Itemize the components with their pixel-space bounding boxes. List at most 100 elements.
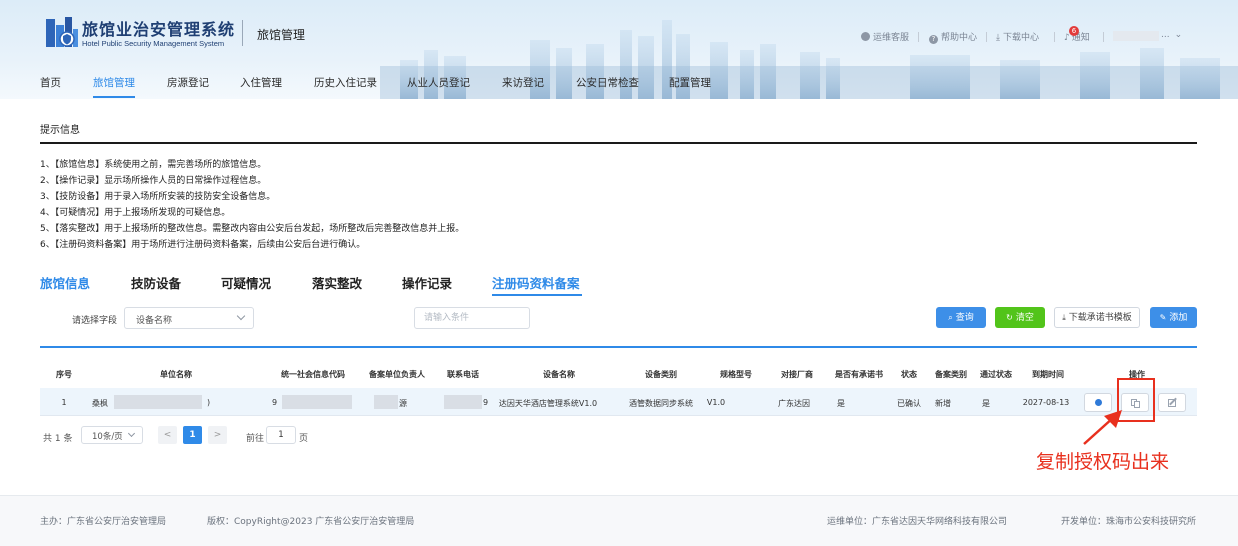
footer-copyright: 版权：CopyRight@2023 广东省公安厅治安管理局 — [207, 517, 415, 527]
goto-label: 前往 — [246, 434, 265, 444]
page-header: 旅馆业治安管理系统 Hotel Public Security Manageme… — [0, 0, 1238, 99]
nav-home[interactable]: 首页 — [40, 75, 61, 90]
prev-page-button[interactable]: < — [158, 426, 177, 444]
footer-developer: 开发单位：珠海市公安科技研究所 — [1061, 517, 1197, 527]
nav-checkin-history[interactable]: 历史入住记录 — [314, 75, 377, 90]
goto-page-input[interactable] — [266, 426, 296, 444]
chevron-down-icon: ⌄ — [1174, 30, 1183, 40]
column-header: 统一社会信息代码 — [281, 370, 345, 379]
notification-badge: 6 — [1069, 26, 1079, 36]
page-size-value: 10条/页 — [92, 432, 123, 442]
column-header: 单位名称 — [160, 370, 192, 379]
nav-room-registration[interactable]: 房源登记 — [167, 75, 209, 90]
tip-item: 5、【落实整改】用于上报场所的整改信息。需整改内容由公安后台发起，场所整改后完善… — [40, 224, 465, 234]
table-top-divider — [40, 346, 1197, 348]
tab-suspicious-cases[interactable]: 可疑情况 — [221, 273, 271, 292]
chevron-down-icon — [127, 429, 136, 438]
redacted-phone — [444, 395, 482, 409]
column-header: 设备类别 — [645, 370, 677, 379]
page-1-button[interactable]: 1 — [183, 426, 202, 444]
top-link-separator — [918, 32, 919, 42]
field-select-value: 设备名称 — [136, 316, 173, 326]
system-title: 旅馆业治安管理系统 — [82, 20, 236, 39]
annotation-arrow-icon — [1083, 410, 1122, 445]
tab-registration-code-filing[interactable]: 注册码资料备案 — [492, 273, 580, 292]
main-nav: 首页 旅馆管理 房源登记 入住管理 历史入住记录 从业人员登记 来访登记 公安日… — [0, 75, 1238, 95]
footer-maintainer: 运维单位：广东省达因天华网络科技有限公司 — [827, 517, 1008, 527]
page-footer — [0, 496, 1238, 546]
tab-security-devices[interactable]: 技防设备 — [131, 273, 181, 292]
annotation-text: 复制授权码出来 — [1036, 451, 1170, 473]
query-button[interactable]: ⌕ 查询 — [936, 307, 986, 328]
clear-button[interactable]: ↻ 清空 — [995, 307, 1045, 328]
column-header: 序号 — [56, 370, 72, 379]
tips-list: 1、【旅馆信息】系统使用之前，需完善场所的旅馆信息。 2、【操作记录】显示场所操… — [40, 157, 464, 253]
cell-index: 1 — [61, 398, 67, 407]
help-icon: ? — [929, 35, 938, 44]
cell-device-category: 酒管数据同步系统 — [629, 399, 693, 408]
cell-has-commitment: 是 — [837, 399, 845, 408]
nav-visitor-registration[interactable]: 来访登记 — [502, 75, 544, 90]
nav-hotel-management[interactable]: 旅馆管理 — [93, 75, 135, 90]
tab-hotel-info[interactable]: 旅馆信息 — [40, 273, 90, 292]
user-name-redacted — [1113, 31, 1159, 41]
column-header: 状态 — [901, 370, 917, 379]
help-center-link[interactable]: ? 帮助中心 — [929, 30, 977, 44]
top-link-separator — [1103, 32, 1104, 42]
cell-manager: 源 — [399, 399, 407, 408]
footer-host: 主办：广东省公安厅治安管理局 — [40, 517, 167, 527]
active-nav-indicator — [93, 96, 135, 98]
cell-device-name: 达因天华酒店管理系统V1.0 — [498, 399, 598, 408]
cell-pass-status: 是 — [982, 399, 990, 408]
system-subtitle: Hotel Public Security Management System — [82, 39, 225, 48]
top-link-separator — [1054, 32, 1055, 42]
bell-icon: ♪ — [1064, 33, 1070, 43]
field-select[interactable]: 设备名称 — [124, 307, 254, 329]
cell-model: V1.0 — [706, 398, 726, 407]
user-menu[interactable]: ... ⌄ — [1161, 30, 1182, 40]
column-header: 到期时间 — [1032, 370, 1064, 379]
pagination-total: 共 1 条 — [43, 434, 73, 444]
column-header: 规格型号 — [720, 370, 752, 379]
pencil-icon: ✎ — [1159, 313, 1167, 322]
column-header: 通过状态 — [980, 370, 1012, 379]
tab-rectification[interactable]: 落实整改 — [312, 273, 362, 292]
redacted-unit-name — [114, 395, 202, 409]
tip-item: 1、【旅馆信息】系统使用之前，需完善场所的旅馆信息。 — [40, 160, 267, 170]
column-header: 对接厂商 — [781, 370, 813, 379]
condition-input[interactable] — [414, 307, 530, 329]
column-header: 联系电话 — [447, 370, 479, 379]
chevron-down-icon — [236, 311, 246, 321]
nav-staff-registration[interactable]: 从业人员登记 — [407, 75, 470, 90]
cell-vendor: 广东达因 — [778, 399, 810, 408]
redacted-manager — [374, 395, 398, 409]
page-size-select[interactable]: 10条/页 — [81, 426, 143, 444]
field-select-label: 请选择字段 — [72, 316, 118, 326]
tip-item: 4、【可疑情况】用于上报场所发现的可疑信息。 — [40, 208, 231, 218]
download-icon: ⤓ — [1062, 313, 1066, 322]
top-link-separator — [986, 32, 987, 42]
cell-unit-name-tail: ) — [207, 398, 211, 407]
edit-button[interactable] — [1158, 393, 1186, 412]
tab-operation-log[interactable]: 操作记录 — [402, 273, 452, 292]
column-header: 备案类别 — [935, 370, 967, 379]
column-header: 备案单位负责人 — [369, 370, 425, 379]
goto-suffix: 页 — [299, 434, 309, 444]
column-header: 设备名称 — [543, 370, 575, 379]
download-template-button[interactable]: ⤓ 下载承诺书模板 — [1054, 307, 1140, 328]
support-link[interactable]: 运维客服 — [861, 30, 909, 43]
next-page-button[interactable]: > — [208, 426, 227, 444]
nav-police-inspection[interactable]: 公安日常检查 — [576, 75, 639, 90]
download-icon: ⤓ — [996, 33, 1000, 43]
active-tab-indicator — [492, 294, 582, 296]
add-button[interactable]: ✎ 添加 — [1150, 307, 1197, 328]
info-icon — [1095, 399, 1102, 406]
column-header: 是否有承诺书 — [835, 370, 883, 379]
tip-item: 2、【操作记录】显示场所操作人员的日常操作过程信息。 — [40, 176, 267, 186]
cell-unit-name: 桑枫 — [92, 399, 108, 408]
cell-phone: 9 — [483, 398, 489, 407]
nav-configuration[interactable]: 配置管理 — [669, 75, 711, 90]
download-center-link[interactable]: ⤓ 下载中心 — [996, 30, 1039, 43]
tips-title: 提示信息 — [40, 125, 80, 136]
nav-checkin-management[interactable]: 入住管理 — [240, 75, 282, 90]
